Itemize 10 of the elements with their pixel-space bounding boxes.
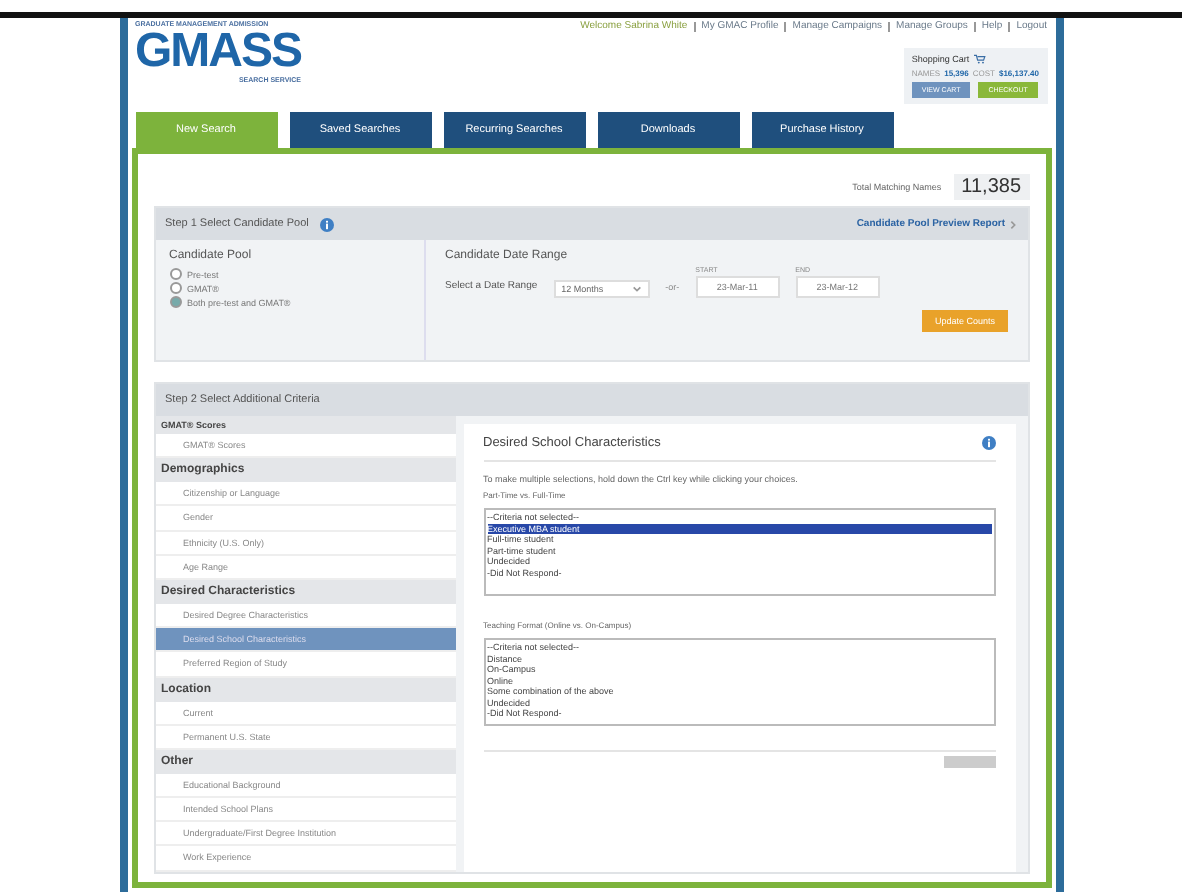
radio-button[interactable] — [169, 296, 181, 308]
cart-icon — [973, 54, 986, 64]
caret-icon — [631, 284, 642, 294]
total-count: 11,385 — [953, 174, 1029, 200]
logo: GMASS — [135, 28, 302, 76]
info-icon[interactable] — [320, 217, 335, 231]
info-icon[interactable] — [981, 436, 995, 450]
radio-button[interactable] — [169, 282, 181, 294]
radio-button[interactable] — [169, 268, 181, 280]
chevron-icon — [1007, 219, 1017, 229]
